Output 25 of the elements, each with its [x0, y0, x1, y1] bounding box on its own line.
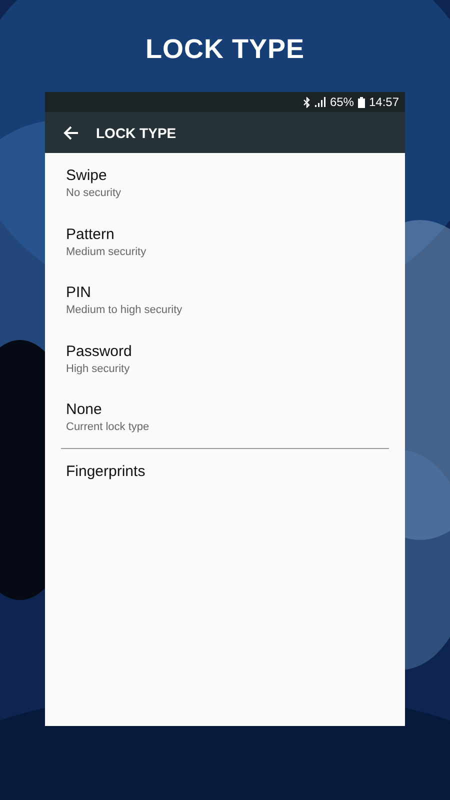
option-title: PIN	[66, 284, 92, 301]
option-description: No security	[66, 187, 122, 199]
fingerprints-item[interactable]: Fingerprints	[45, 462, 405, 521]
headline: LOCK TYPE	[145, 34, 304, 66]
option-title: None	[66, 401, 103, 418]
option-title: Swipe	[66, 167, 108, 184]
option-description: Medium to high security	[66, 304, 184, 316]
lock-option[interactable]: Swipe No security	[45, 167, 405, 226]
lock-option[interactable]: Password High security	[45, 342, 405, 401]
bluetooth-icon	[302, 96, 311, 108]
option-title: Fingerprints	[66, 462, 146, 480]
clock: 14:57	[368, 95, 399, 109]
back-arrow-icon[interactable]	[63, 126, 79, 140]
option-description: Current lock type	[66, 421, 150, 433]
battery-icon	[358, 96, 365, 108]
option-title: Pattern	[66, 226, 116, 242]
lock-option[interactable]: PIN Medium to high security	[45, 284, 405, 342]
option-description: Medium security	[66, 246, 148, 258]
option-title: Password	[66, 342, 133, 360]
signal-icon	[314, 97, 326, 107]
option-description: High security	[66, 362, 131, 374]
screen-title: LOCK TYPE	[96, 124, 176, 140]
lock-option[interactable]: None Current lock type	[45, 401, 405, 460]
battery-percentage: 65%	[330, 95, 354, 109]
lock-option[interactable]: Pattern Medium security	[45, 226, 405, 284]
